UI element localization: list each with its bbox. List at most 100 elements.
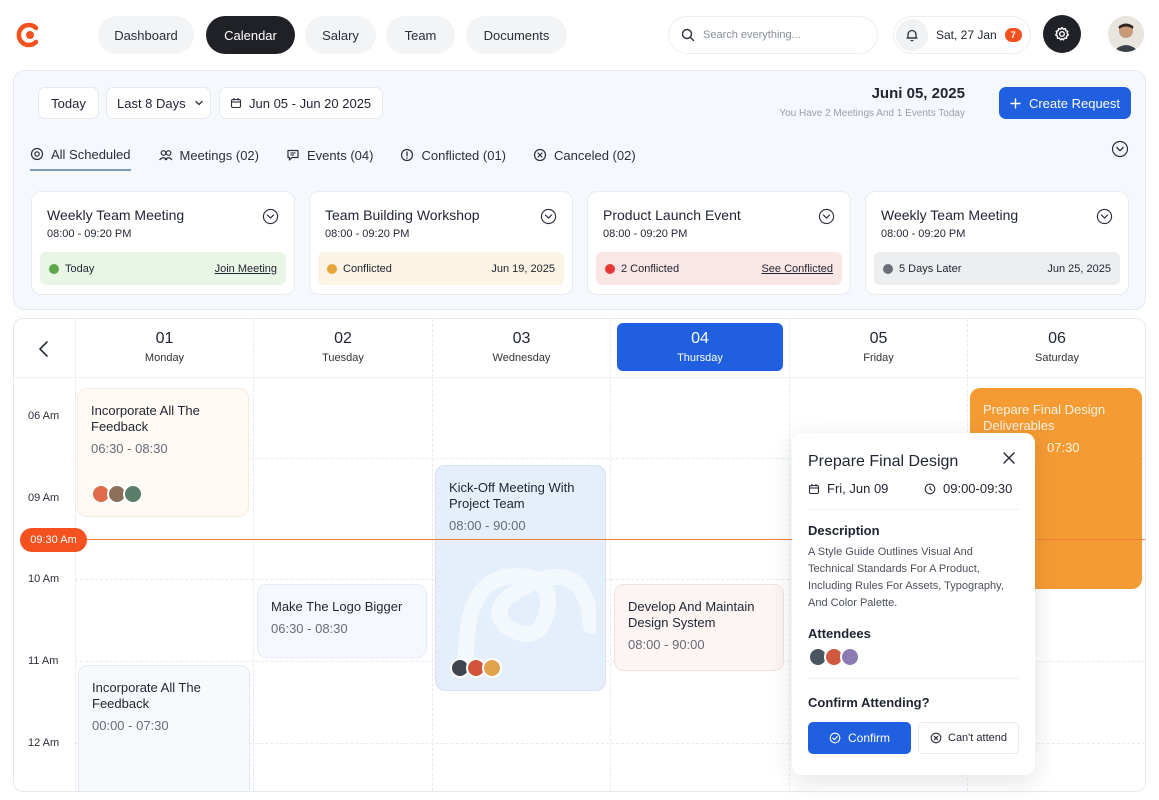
nav-team[interactable]: Team <box>386 16 455 54</box>
status-text: 5 Days Later <box>899 262 962 275</box>
calendar-event[interactable]: Incorporate All The Feedback 06:30 - 08:… <box>77 388 249 517</box>
top-bar: Dashboard Calendar Salary Team Documents… <box>0 0 1159 68</box>
user-avatar[interactable] <box>1108 16 1144 52</box>
day-name: Friday <box>863 352 894 364</box>
close-icon[interactable] <box>1002 451 1016 465</box>
chevron-down-icon[interactable] <box>540 208 557 225</box>
day-number: 04 <box>691 330 709 347</box>
schedule-tabs: All Scheduled Meetings (02) Events (04) … <box>30 139 663 171</box>
day-name: Monday <box>144 352 185 364</box>
event-time: 00:00 - 07:30 <box>92 718 169 733</box>
expand-chevron-icon[interactable] <box>1111 140 1129 158</box>
event-card[interactable]: Weekly Team Meeting 08:00 - 09:20 PM Tod… <box>31 191 295 295</box>
grid-line <box>432 319 433 791</box>
time-label: 10 Am <box>28 573 60 585</box>
day-header[interactable]: 02 Tuesday <box>254 319 432 377</box>
gear-icon <box>1054 26 1070 41</box>
tab-canceled[interactable]: Canceled (02) <box>533 139 636 171</box>
grid-line <box>253 319 254 791</box>
calendar-icon <box>230 98 242 109</box>
day-header[interactable]: 01 Monday <box>76 319 253 377</box>
divider <box>808 678 1019 679</box>
nav-calendar[interactable]: Calendar <box>206 16 295 54</box>
avatar <box>840 647 860 667</box>
event-card-status: 5 Days Later Jun 25, 2025 <box>874 252 1120 285</box>
range-select-value: Last 8 Days <box>117 95 186 111</box>
time-label: 11 Am <box>28 655 59 667</box>
day-name: Wednesday <box>492 352 551 364</box>
event-card[interactable]: Product Launch Event 08:00 - 09:20 PM 2 … <box>587 191 851 295</box>
scheduled-icon <box>30 147 44 161</box>
date-notification-chip[interactable]: Sat, 27 Jan 7 <box>893 16 1031 54</box>
day-number: 01 <box>155 330 174 347</box>
date-range-text: Jun 05 - Jun 20 2025 <box>249 95 372 111</box>
date-range-picker[interactable]: Jun 05 - Jun 20 2025 <box>219 87 383 119</box>
calendar-event[interactable]: Make The Logo Bigger 06:30 - 08:30 <box>257 584 427 658</box>
brand-logo[interactable] <box>16 22 42 48</box>
notification-bell-button[interactable] <box>896 19 928 51</box>
event-time: 08:00 - 90:00 <box>449 518 526 533</box>
settings-button[interactable] <box>1043 15 1081 53</box>
event-title: Incorporate All The Feedback <box>92 680 201 711</box>
current-time-chip: 09:30 Am <box>20 528 87 552</box>
join-meeting-link[interactable]: Join Meeting <box>215 263 277 275</box>
nav-documents[interactable]: Documents <box>466 16 567 54</box>
attendee-avatars <box>91 484 143 504</box>
calendar-icon <box>808 483 820 494</box>
day-name: Thursday <box>677 352 723 364</box>
event-card[interactable]: Team Building Workshop 08:00 - 09:20 PM … <box>309 191 573 295</box>
chevron-down-icon[interactable] <box>1096 208 1113 225</box>
search-input[interactable] <box>703 29 863 41</box>
event-card-date: Jun 25, 2025 <box>1047 262 1111 275</box>
cancel-icon <box>533 148 547 162</box>
tab-all-scheduled[interactable]: All Scheduled <box>30 139 131 171</box>
avatar <box>482 658 502 678</box>
event-card-title: Weekly Team Meeting <box>47 207 185 223</box>
popover-title: Prepare Final Design <box>808 453 959 470</box>
event-card-status: 2 Conflicted See Conflicted <box>596 252 842 285</box>
time-label: 06 Am <box>28 410 60 422</box>
day-header-active[interactable]: 04 Thursday <box>617 323 783 371</box>
calendar-event[interactable]: Kick-Off Meeting With Project Team 08:00… <box>435 465 606 691</box>
tab-events[interactable]: Events (04) <box>286 139 373 171</box>
alert-icon <box>401 148 414 162</box>
day-header[interactable]: 06 Saturday <box>968 319 1145 377</box>
see-conflicted-link[interactable]: See Conflicted <box>761 263 833 275</box>
nav-salary[interactable]: Salary <box>305 16 376 54</box>
event-time: 06:30 - 08:30 <box>271 621 348 636</box>
day-number: 06 <box>1048 330 1066 347</box>
event-title: Make The Logo Bigger <box>271 599 403 614</box>
bell-icon <box>906 29 918 42</box>
status-text: 2 Conflicted <box>621 262 680 275</box>
calendar-event[interactable]: Develop And Maintain Design System 08:00… <box>614 584 784 671</box>
decorative-swirl <box>458 567 596 664</box>
cant-attend-button[interactable]: Can't attend <box>918 722 1019 754</box>
current-date-text: Sat, 27 Jan <box>936 28 997 42</box>
status-success-icon <box>49 263 59 274</box>
calendar-event[interactable]: Incorporate All The Feedback 00:00 - 07:… <box>78 665 250 791</box>
chevron-left-icon[interactable] <box>34 339 54 359</box>
search-box[interactable] <box>668 16 878 54</box>
day-header[interactable]: 05 Friday <box>790 319 967 377</box>
event-time: 08:00 - 90:00 <box>628 637 705 652</box>
chevron-down-icon[interactable] <box>262 208 279 225</box>
plus-icon <box>1010 97 1021 109</box>
grid-line <box>75 319 76 791</box>
nav-dashboard[interactable]: Dashboard <box>98 16 194 54</box>
tab-meetings[interactable]: Meetings (02) <box>158 139 259 171</box>
range-select[interactable]: Last 8 Days <box>106 87 211 119</box>
popover-date-row: Fri, Jun 09 <box>808 481 888 496</box>
chevron-down-icon[interactable] <box>818 208 835 225</box>
status-text: Conflicted <box>343 262 392 275</box>
event-card[interactable]: Weekly Team Meeting 08:00 - 09:20 PM 5 D… <box>865 191 1129 295</box>
tab-conflicted[interactable]: Conflicted (01) <box>400 139 506 171</box>
create-request-button[interactable]: Create Request <box>999 87 1131 119</box>
divider <box>808 509 1019 510</box>
event-title: Incorporate All The Feedback <box>91 403 200 434</box>
today-button[interactable]: Today <box>38 87 99 119</box>
message-icon <box>287 149 299 161</box>
header-divider <box>14 377 1145 378</box>
day-header[interactable]: 03 Wednesday <box>433 319 610 377</box>
confirm-button[interactable]: Confirm <box>808 722 911 754</box>
clock-icon <box>924 483 936 494</box>
